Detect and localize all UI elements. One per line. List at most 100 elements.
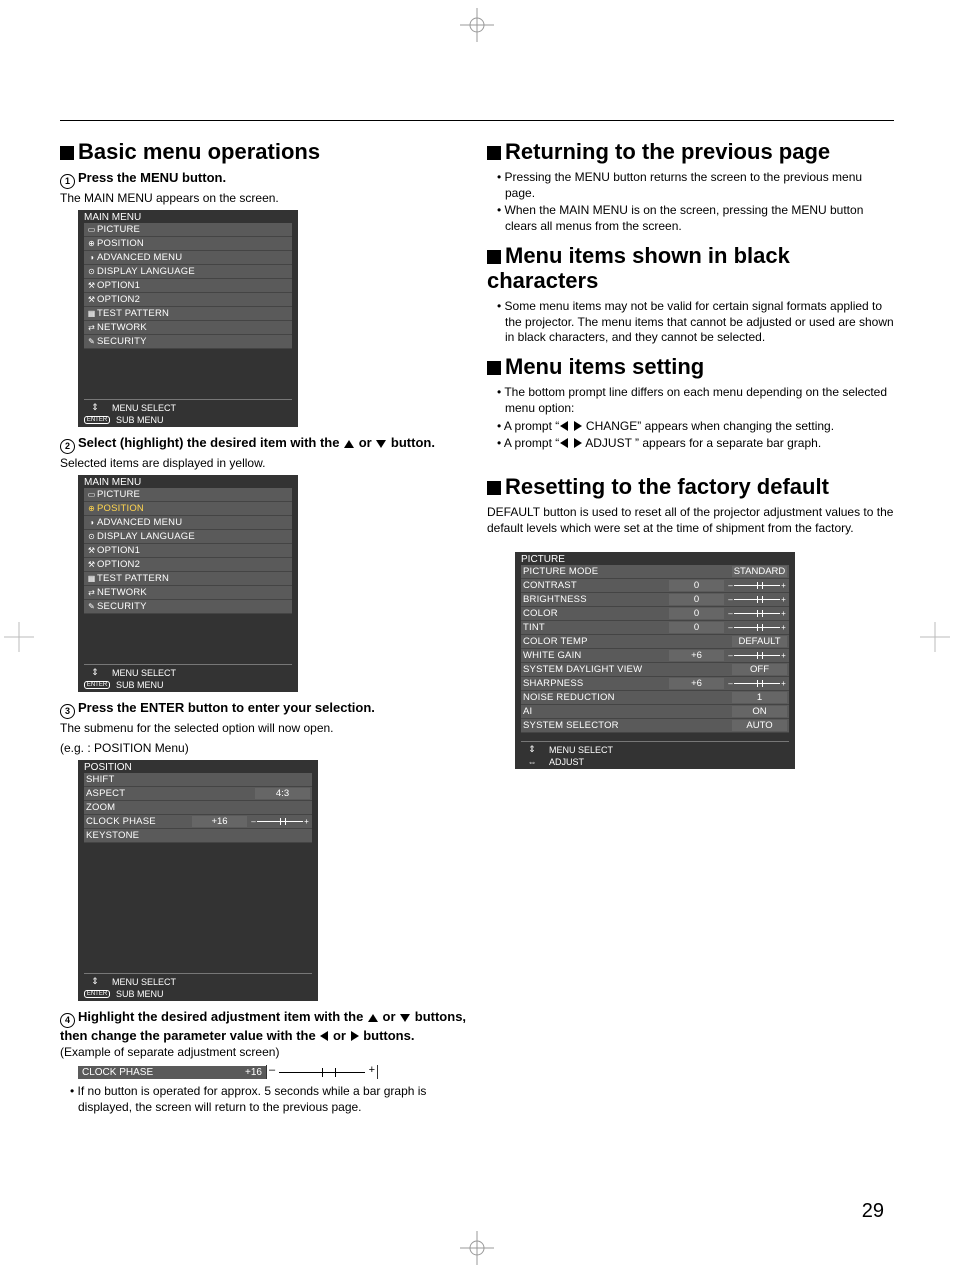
- right-arrow-icon: [574, 438, 582, 448]
- osd-menu-item: NOISE REDUCTION1: [521, 691, 789, 705]
- right-arrow-icon: [351, 1031, 359, 1041]
- returning-b1: Pressing the MENU button returns the scr…: [497, 170, 894, 201]
- page-number: 29: [862, 1200, 884, 1223]
- osd-menu-item: ⚒OPTION1: [84, 279, 292, 293]
- registration-mark-left: [4, 622, 34, 652]
- down-arrow-icon: [376, 440, 386, 448]
- heading-menu-setting: Menu items setting: [487, 354, 894, 379]
- heading-basic-menu: Basic menu operations: [60, 139, 467, 164]
- osd-menu-item: ZOOM: [84, 801, 312, 815]
- osd-menu-item: ⊙DISPLAY LANGUAGE: [84, 530, 292, 544]
- left-arrow-icon: [560, 421, 568, 431]
- heading-returning: Returning to the previous page: [487, 139, 894, 164]
- osd-menu-item: COLOR0–+: [521, 607, 789, 621]
- adj-slider: [266, 1065, 378, 1079]
- right-column: Returning to the previous page Pressing …: [487, 139, 894, 1117]
- osd-main-menu-2: MAIN MENU ▭PICTURE⊕POSITION◑ADVANCED MEN…: [78, 475, 298, 692]
- square-bullet-icon: [60, 146, 74, 160]
- up-arrow-icon: [344, 440, 354, 448]
- osd-menu-item: ◑ADVANCED MENU: [84, 516, 292, 530]
- updown-arrows-icon: ⇕: [84, 667, 106, 678]
- menu-setting-b2: A prompt “ CHANGE” appears when changing…: [497, 419, 894, 435]
- osd-menu-item: WHITE GAIN+6–+: [521, 649, 789, 663]
- circled-3-icon: 3: [60, 704, 75, 719]
- manual-page: Basic menu operations 1Press the MENU bu…: [0, 0, 954, 1273]
- updown-arrows-icon: ⇕: [521, 744, 543, 755]
- step3-body1: The submenu for the selected option will…: [60, 721, 467, 737]
- osd-menu-item: BRIGHTNESS0–+: [521, 593, 789, 607]
- adj-value: +16: [224, 1066, 266, 1079]
- osd-menu-item: ⇄NETWORK: [84, 586, 292, 600]
- osd-menu-item: ⚒OPTION2: [84, 558, 292, 572]
- osd-menu-item: AION: [521, 705, 789, 719]
- enter-key-icon: ENTER: [84, 416, 110, 424]
- osd-picture-menu: PICTURE PICTURE MODESTANDARDCONTRAST0–+B…: [515, 552, 795, 769]
- osd-footer: ⇕MENU SELECT: [521, 744, 789, 755]
- osd-menu-item: ▦TEST PATTERN: [84, 572, 292, 586]
- osd-menu-item: ⊕POSITION: [84, 502, 292, 516]
- adjustment-bar-example: CLOCK PHASE +16: [78, 1064, 378, 1080]
- osd-menu-item: ▭PICTURE: [84, 223, 292, 237]
- updown-arrows-icon: ⇕: [84, 402, 106, 413]
- osd-menu-item: ▦TEST PATTERN: [84, 307, 292, 321]
- osd-menu-item: CLOCK PHASE+16–+: [84, 815, 312, 829]
- osd-title: POSITION: [78, 760, 318, 773]
- osd-menu-item: ⊕POSITION: [84, 237, 292, 251]
- osd-menu-item: PICTURE MODESTANDARD: [521, 565, 789, 579]
- osd-position-menu: POSITION SHIFTASPECT4:3ZOOMCLOCK PHASE+1…: [78, 760, 318, 1001]
- osd-menu-item: SYSTEM DAYLIGHT VIEWOFF: [521, 663, 789, 677]
- osd-menu-item: SHIFT: [84, 773, 312, 787]
- step2-body: Selected items are displayed in yellow.: [60, 456, 467, 472]
- square-bullet-icon: [487, 146, 501, 160]
- osd-menu-item: ✎SECURITY: [84, 600, 292, 614]
- osd-footer: ⇕MENU SELECT: [84, 976, 312, 987]
- step2-title: 2Select (highlight) the desired item wit…: [60, 435, 467, 454]
- enter-key-icon: ENTER: [84, 990, 110, 998]
- osd-footer: ENTERSUB MENU: [84, 989, 312, 999]
- enter-key-icon: ENTER: [84, 681, 110, 689]
- step4-note: If no button is operated for approx. 5 s…: [70, 1084, 467, 1115]
- step3-body2: (e.g. : POSITION Menu): [60, 741, 467, 757]
- returning-b2: When the MAIN MENU is on the screen, pre…: [497, 203, 894, 234]
- osd-menu-item: ⚒OPTION1: [84, 544, 292, 558]
- circled-2-icon: 2: [60, 439, 75, 454]
- step3-title: 3Press the ENTER button to enter your se…: [60, 700, 467, 719]
- osd-footer: ⇕MENU SELECT: [84, 402, 292, 413]
- left-column: Basic menu operations 1Press the MENU bu…: [60, 139, 467, 1117]
- adj-label: CLOCK PHASE: [78, 1066, 224, 1079]
- updown-arrows-icon: ⇕: [84, 976, 106, 987]
- step4-caption: (Example of separate adjustment screen): [60, 1045, 467, 1061]
- circled-4-icon: 4: [60, 1013, 75, 1028]
- menu-setting-b3: A prompt “ ADJUST ” appears for a separa…: [497, 436, 894, 452]
- osd-menu-item: ⚒OPTION2: [84, 293, 292, 307]
- osd-menu-item: ✎SECURITY: [84, 335, 292, 349]
- registration-mark-bottom: [460, 1231, 494, 1265]
- content-columns: Basic menu operations 1Press the MENU bu…: [60, 139, 894, 1117]
- osd-menu-item: ⊙DISPLAY LANGUAGE: [84, 265, 292, 279]
- osd-menu-item: ASPECT4:3: [84, 787, 312, 801]
- osd-menu-item: COLOR TEMPDEFAULT: [521, 635, 789, 649]
- osd-menu-item: CONTRAST0–+: [521, 579, 789, 593]
- osd-menu-item: ▭PICTURE: [84, 488, 292, 502]
- step1-title: 1Press the MENU button.: [60, 170, 467, 189]
- square-bullet-icon: [487, 481, 501, 495]
- right-arrow-icon: [574, 421, 582, 431]
- heading-black-chars: Menu items shown in black characters: [487, 243, 894, 294]
- reset-body: DEFAULT button is used to reset all of t…: [487, 505, 894, 536]
- up-arrow-icon: [368, 1014, 378, 1022]
- square-bullet-icon: [487, 250, 501, 264]
- osd-main-menu-1: MAIN MENU ▭PICTURE⊕POSITION◑ADVANCED MEN…: [78, 210, 298, 427]
- top-rule: [60, 120, 894, 121]
- left-arrow-icon: [320, 1031, 328, 1041]
- osd-menu-item: ◑ADVANCED MENU: [84, 251, 292, 265]
- osd-menu-item: SYSTEM SELECTORAUTO: [521, 719, 789, 733]
- osd-menu-item: SHARPNESS+6–+: [521, 677, 789, 691]
- osd-footer: ENTERSUB MENU: [84, 680, 292, 690]
- registration-mark-right: [920, 622, 950, 652]
- step4-title: 4Highlight the desired adjustment item w…: [60, 1009, 467, 1043]
- osd-menu-item: ⇄NETWORK: [84, 321, 292, 335]
- black-chars-b1: Some menu items may not be valid for cer…: [497, 299, 894, 346]
- osd-menu-item: KEYSTONE: [84, 829, 312, 843]
- osd-title: PICTURE: [515, 552, 795, 565]
- left-arrow-icon: [560, 438, 568, 448]
